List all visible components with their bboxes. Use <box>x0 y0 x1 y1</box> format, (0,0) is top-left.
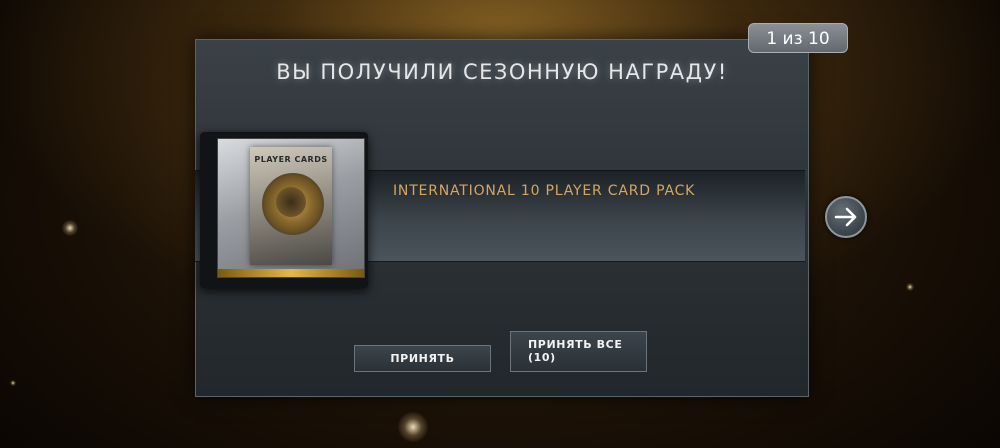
rarity-glow-bar <box>218 269 364 277</box>
card-pack-label: PLAYER CARDS <box>254 155 328 164</box>
reward-item-name: INTERNATIONAL 10 PLAYER CARD PACK <box>393 183 696 199</box>
background-sparkle <box>906 283 914 291</box>
background-sparkle <box>10 380 16 386</box>
background-sparkle <box>62 220 78 236</box>
background-sparkle <box>398 412 428 442</box>
reward-counter-badge: 1 из 10 <box>748 23 848 53</box>
next-reward-button[interactable] <box>825 196 867 238</box>
aegis-emblem-center <box>276 187 306 217</box>
accept-all-button[interactable]: ПРИНЯТЬ ВСЕ (10) <box>510 331 647 372</box>
dialog-title: ВЫ ПОЛУЧИЛИ СЕЗОННУЮ НАГРАДУ! <box>276 60 728 84</box>
arrow-right-icon <box>834 207 857 227</box>
reward-screen: ВЫ ПОЛУЧИЛИ СЕЗОННУЮ НАГРАДУ! 1 из 10 PL… <box>0 0 1000 448</box>
accept-all-label: ПРИНЯТЬ ВСЕ <box>528 338 623 351</box>
reward-item-image: PLAYER CARDS <box>217 138 365 278</box>
accept-all-count: (10) <box>528 351 556 364</box>
accept-button[interactable]: ПРИНЯТЬ <box>354 345 491 372</box>
